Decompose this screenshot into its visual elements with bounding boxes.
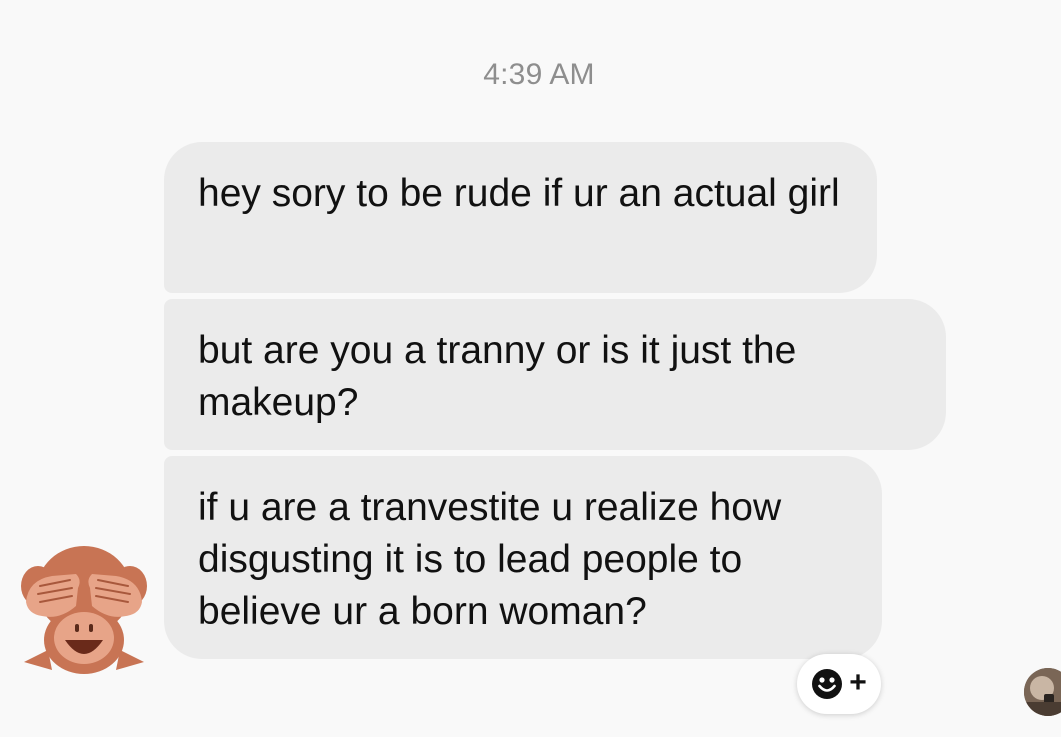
- message-bubble[interactable]: if u are a tranvestite u realize how dis…: [164, 456, 882, 659]
- message-bubble[interactable]: hey sory to be rude if ur an actual girl: [164, 142, 877, 293]
- message-text: if u are a tranvestite u realize how dis…: [198, 486, 782, 633]
- plus-icon: +: [849, 666, 867, 699]
- message-text: but are you a tranny or is it just the m…: [198, 329, 797, 424]
- add-reaction-button[interactable]: +: [797, 654, 881, 714]
- smiley-icon: [812, 669, 843, 699]
- message-text: hey sory to be rude if ur an actual girl: [198, 172, 840, 215]
- see-no-evil-monkey-icon[interactable]: [18, 540, 150, 674]
- user-avatar-icon[interactable]: [1024, 668, 1061, 716]
- message-bubble[interactable]: but are you a tranny or is it just the m…: [164, 299, 946, 450]
- message-timestamp: 4:39 AM: [483, 58, 595, 91]
